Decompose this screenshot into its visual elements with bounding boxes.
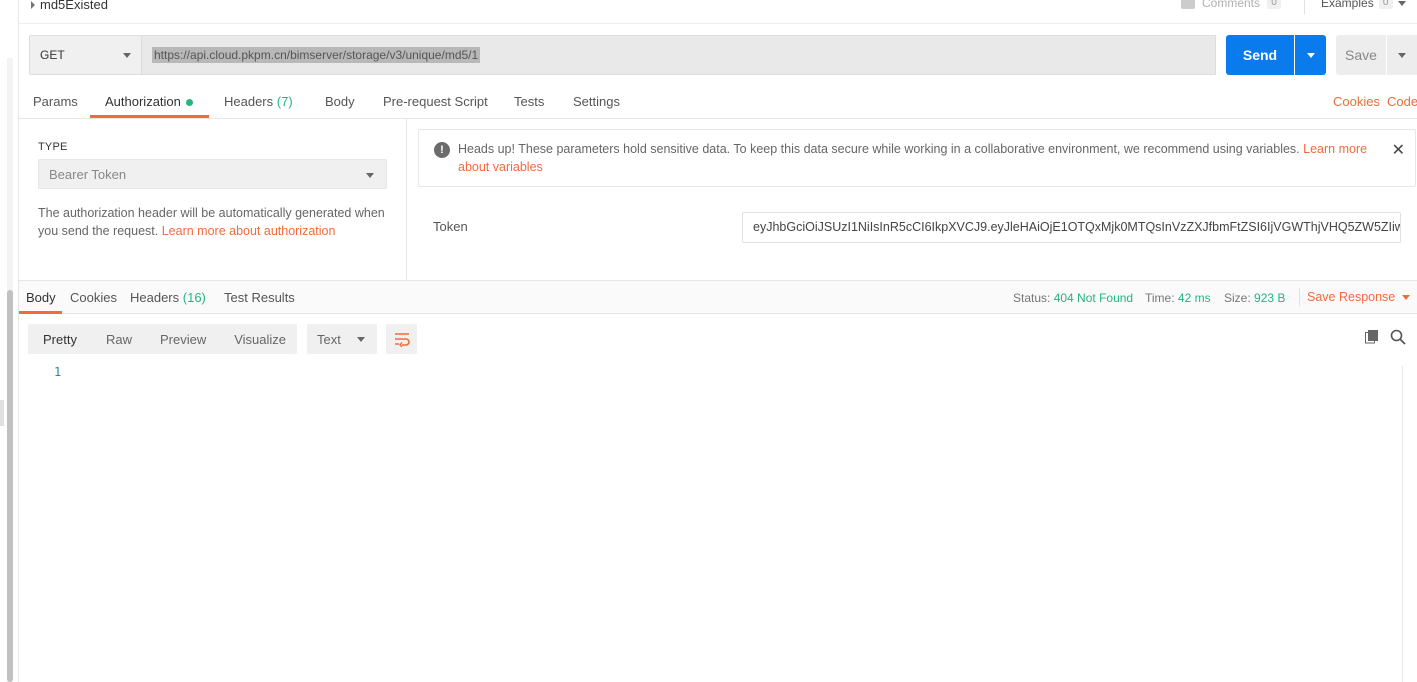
response-tab-body[interactable]: Body: [26, 290, 56, 305]
tab-headers[interactable]: Headers (7): [224, 94, 293, 109]
chevron-down-icon: [1398, 52, 1406, 58]
comments-count-badge: 0: [1267, 0, 1282, 9]
view-mode-raw[interactable]: Raw: [77, 332, 132, 347]
header-divider: [1304, 0, 1305, 14]
url-input[interactable]: https://api.cloud.pkpm.cn/bimserver/stor…: [142, 35, 1216, 75]
search-icon[interactable]: [1390, 329, 1406, 345]
response-tab-headers[interactable]: Headers (16): [130, 290, 206, 305]
response-tab-test-results[interactable]: Test Results: [224, 290, 295, 305]
request-workspace: md5Existed Comments 0 Examples 0 GET htt…: [19, 0, 1417, 682]
time-value[interactable]: 42 ms: [1178, 291, 1211, 305]
tab-settings[interactable]: Settings: [573, 94, 620, 109]
time-label: Time:: [1145, 291, 1175, 305]
active-tab-underline: [90, 115, 209, 118]
comments-label: Comments: [1202, 0, 1261, 10]
save-response-label: Save Response: [1307, 290, 1396, 304]
size-value[interactable]: 923 B: [1254, 291, 1285, 305]
auth-type-panel: TYPE Bearer Token The authorization head…: [19, 119, 407, 280]
tab-authorization[interactable]: Authorization: [105, 94, 193, 109]
sidebar-edge-mark: [0, 400, 4, 426]
token-label: Token: [433, 219, 468, 234]
close-icon[interactable]: ✕: [1392, 140, 1405, 160]
response-view-modes: Pretty Raw Preview Visualize: [28, 324, 297, 354]
status-readout: Status: 404 Not Found: [1013, 291, 1133, 305]
send-button[interactable]: Send: [1226, 35, 1294, 75]
comments-button[interactable]: Comments 0: [1181, 0, 1282, 10]
code-link[interactable]: Code: [1387, 94, 1417, 109]
sensitive-data-alert: ! Heads up! These parameters hold sensit…: [418, 129, 1416, 187]
request-header-bar: md5Existed Comments 0 Examples 0: [19, 0, 1417, 24]
editor-scrollbar[interactable]: [1402, 366, 1417, 682]
auth-type-label: TYPE: [38, 141, 68, 153]
expand-caret-icon[interactable]: [31, 0, 35, 9]
examples-dropdown[interactable]: Examples 0: [1321, 0, 1406, 10]
token-input[interactable]: eyJhbGciOiJSUzI1NiIsInR5cCI6IkpXVCJ9.eyJ…: [742, 212, 1401, 243]
copy-icon[interactable]: [1365, 330, 1379, 344]
tab-headers-count: (7): [276, 94, 293, 109]
cookies-link[interactable]: Cookies: [1333, 94, 1380, 109]
tab-body[interactable]: Body: [325, 94, 355, 109]
chevron-down-icon: [1397, 0, 1406, 6]
response-tab-cookies[interactable]: Cookies: [70, 290, 117, 305]
wrap-lines-button[interactable]: [386, 324, 417, 354]
method-value: GET: [40, 48, 65, 62]
comment-icon: [1181, 0, 1195, 9]
info-icon: !: [434, 142, 450, 158]
url-value: https://api.cloud.pkpm.cn/bimserver/stor…: [152, 47, 481, 63]
tab-headers-label: Headers: [224, 94, 274, 109]
tab-prerequest-script[interactable]: Pre-request Script: [383, 94, 488, 109]
auth-description: The authorization header will be automat…: [38, 204, 388, 240]
meta-divider: [1299, 288, 1300, 306]
editor-line-number: 1: [54, 365, 62, 379]
request-name-label: md5Existed: [40, 0, 108, 12]
wrap-lines-icon: [394, 333, 410, 347]
alert-message: Heads up! These parameters hold sensitiv…: [458, 140, 1388, 176]
chevron-down-icon: [123, 53, 131, 58]
tab-authorization-label: Authorization: [105, 94, 181, 109]
tab-tests[interactable]: Tests: [514, 94, 544, 109]
active-indicator-dot: [185, 99, 193, 107]
request-tabs: Params Authorization Headers (7) Body Pr…: [19, 85, 1417, 119]
save-options-button[interactable]: [1387, 35, 1417, 75]
examples-label: Examples: [1321, 0, 1374, 10]
status-label: Status:: [1013, 291, 1051, 305]
chevron-down-icon: [357, 337, 365, 342]
method-select[interactable]: GET: [29, 35, 142, 75]
response-bar: Body Cookies Headers (16) Test Results S…: [19, 280, 1417, 314]
response-tab-headers-count: (16): [182, 290, 206, 305]
size-readout: Size: 923 B: [1224, 291, 1285, 305]
chevron-down-icon: [1402, 294, 1411, 300]
save-button[interactable]: Save: [1336, 35, 1386, 75]
save-response-button[interactable]: Save Response: [1307, 290, 1411, 304]
auth-type-value: Bearer Token: [49, 166, 127, 182]
auth-type-select[interactable]: Bearer Token: [38, 159, 387, 189]
send-options-button[interactable]: [1295, 35, 1326, 75]
examples-count-badge: 0: [1378, 0, 1393, 9]
alert-message-text: Heads up! These parameters hold sensitiv…: [458, 142, 1300, 156]
time-readout: Time: 42 ms: [1145, 291, 1211, 305]
tab-params[interactable]: Params: [33, 94, 78, 109]
view-mode-preview[interactable]: Preview: [132, 332, 206, 347]
status-value[interactable]: 404 Not Found: [1054, 291, 1133, 305]
view-mode-pretty[interactable]: Pretty: [28, 332, 77, 347]
response-tab-headers-label: Headers: [130, 290, 180, 305]
size-label: Size:: [1224, 291, 1251, 305]
chevron-down-icon: [366, 173, 374, 178]
sidebar-scroll-thumb[interactable]: [7, 290, 13, 682]
response-language-value: Text: [317, 331, 341, 347]
chevron-down-icon: [1306, 52, 1315, 58]
sidebar-strip: [0, 0, 19, 682]
response-language-select[interactable]: Text: [307, 324, 377, 354]
learn-more-authorization-link[interactable]: Learn more about authorization: [162, 224, 336, 238]
request-name[interactable]: md5Existed: [31, 0, 108, 12]
view-mode-visualize[interactable]: Visualize: [206, 332, 286, 347]
response-active-underline: [19, 311, 62, 314]
